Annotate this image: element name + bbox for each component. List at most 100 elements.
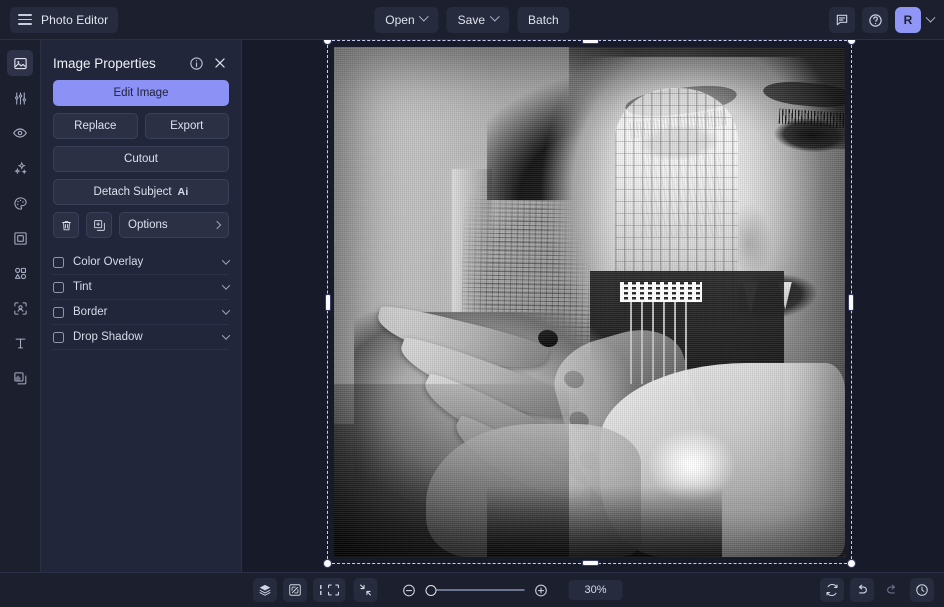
tint-checkbox[interactable] — [53, 282, 64, 293]
rail-item-view[interactable] — [7, 120, 33, 146]
transform-icon — [288, 583, 302, 597]
reset-button[interactable] — [820, 578, 844, 602]
resize-handle-middle-left[interactable] — [325, 294, 331, 311]
border-checkbox[interactable] — [53, 307, 64, 318]
top-right-tools: R — [829, 0, 934, 40]
image-properties-panel: Image Properties Edit Image — [41, 40, 242, 572]
open-button[interactable]: Open — [374, 7, 438, 33]
chevron-down-icon — [222, 331, 230, 339]
zoom-out-button[interactable] — [402, 583, 417, 598]
transform-button[interactable] — [283, 578, 307, 602]
chevron-down-icon — [222, 256, 230, 264]
cutout-button[interactable]: Cutout — [53, 146, 229, 172]
resize-handle-top-center[interactable] — [582, 40, 599, 44]
chevron-down-icon — [419, 12, 429, 22]
duplicate-button[interactable] — [86, 212, 112, 238]
drop-shadow-checkbox[interactable] — [53, 332, 64, 343]
resize-handle-bottom-center[interactable] — [582, 560, 599, 566]
accordion-label: Tint — [73, 281, 92, 293]
accordion-label: Border — [73, 306, 108, 318]
avatar-initial: R — [904, 13, 913, 27]
replace-label: Replace — [74, 120, 116, 132]
batch-button[interactable]: Batch — [517, 7, 570, 33]
layer-actions-row: Options — [53, 212, 229, 238]
resize-handle-top-left[interactable] — [323, 40, 332, 45]
app-root: Photo Editor Open Save Batch — [0, 0, 944, 607]
rail-item-image[interactable] — [7, 50, 33, 76]
chevron-down-icon — [222, 281, 230, 289]
zoom-in-button[interactable] — [534, 583, 549, 598]
rail-item-effects[interactable] — [7, 155, 33, 181]
undo-button[interactable] — [850, 578, 874, 602]
selection-frame[interactable] — [328, 41, 851, 563]
zoom-controls: 30% — [322, 578, 623, 602]
comment-button[interactable] — [829, 7, 855, 33]
top-toolbar: Photo Editor Open Save Batch — [0, 0, 944, 40]
panel-header: Image Properties — [53, 40, 229, 80]
avatar[interactable]: R — [895, 7, 921, 33]
layers-button[interactable] — [253, 578, 277, 602]
options-label: Options — [128, 219, 168, 231]
text-icon — [13, 336, 28, 351]
save-button[interactable]: Save — [447, 7, 509, 33]
export-label: Export — [170, 120, 203, 132]
history-button[interactable] — [910, 578, 934, 602]
resize-handle-bottom-right[interactable] — [847, 559, 856, 568]
redo-icon — [885, 583, 899, 597]
canvas-image[interactable] — [334, 47, 845, 557]
reset-refresh-icon — [825, 583, 839, 597]
fit-screen-button[interactable] — [322, 578, 346, 602]
tool-rail — [0, 40, 41, 572]
edit-image-label: Edit Image — [114, 87, 169, 99]
collapse-view-button[interactable] — [354, 578, 378, 602]
rail-item-text[interactable] — [7, 330, 33, 356]
accordion-tint[interactable]: Tint — [53, 275, 229, 300]
undo-icon — [855, 583, 869, 597]
edit-image-button[interactable]: Edit Image — [53, 80, 229, 106]
color-overlay-checkbox[interactable] — [53, 257, 64, 268]
detach-subject-button[interactable]: Detach Subject Ai — [53, 179, 229, 205]
delete-button[interactable] — [53, 212, 79, 238]
zoom-in-icon — [534, 583, 549, 598]
close-panel-button[interactable] — [211, 54, 229, 72]
info-circle-icon — [189, 56, 204, 71]
rail-item-layers[interactable] — [7, 365, 33, 391]
resize-handle-middle-right[interactable] — [848, 294, 854, 311]
export-button[interactable]: Export — [145, 113, 230, 139]
redo-button[interactable] — [880, 578, 904, 602]
account-chevron-down-icon[interactable] — [926, 12, 936, 22]
resize-handle-top-right[interactable] — [847, 40, 856, 45]
accordion-label: Color Overlay — [73, 256, 143, 268]
rail-item-color[interactable] — [7, 190, 33, 216]
replace-export-row: Replace Export — [53, 113, 229, 146]
rail-item-frame[interactable] — [7, 225, 33, 251]
page-title: Image Properties — [53, 56, 181, 71]
help-circle-icon — [868, 13, 883, 28]
palette-icon — [13, 196, 28, 211]
options-button[interactable]: Options — [119, 212, 229, 238]
zoom-slider[interactable] — [402, 583, 549, 598]
accordion-drop-shadow[interactable]: Drop Shadow — [53, 325, 229, 350]
zoom-level-field[interactable]: 30% — [569, 580, 623, 600]
top-center-tools: Open Save Batch — [374, 7, 569, 33]
rail-item-adjustments[interactable] — [7, 85, 33, 111]
close-icon — [213, 56, 227, 70]
app-menu-button[interactable]: Photo Editor — [10, 7, 118, 33]
info-button[interactable] — [187, 54, 205, 72]
canvas-area[interactable] — [242, 40, 944, 572]
resize-handle-bottom-left[interactable] — [323, 559, 332, 568]
rail-item-shapes[interactable] — [7, 260, 33, 286]
accordion-border[interactable]: Border — [53, 300, 229, 325]
replace-button[interactable]: Replace — [53, 113, 138, 139]
rail-item-cutout[interactable] — [7, 295, 33, 321]
chevron-right-icon — [213, 221, 221, 229]
sparkles-effects-icon — [13, 161, 28, 176]
zoom-slider-knob[interactable] — [426, 585, 437, 596]
zoom-slider-track[interactable] — [437, 589, 525, 591]
help-button[interactable] — [862, 7, 888, 33]
accordion-label: Drop Shadow — [73, 331, 143, 343]
ai-badge: Ai — [178, 186, 189, 198]
accordion-color-overlay[interactable]: Color Overlay — [53, 250, 229, 275]
cutout-label: Cutout — [124, 153, 158, 165]
comment-icon — [835, 13, 849, 27]
